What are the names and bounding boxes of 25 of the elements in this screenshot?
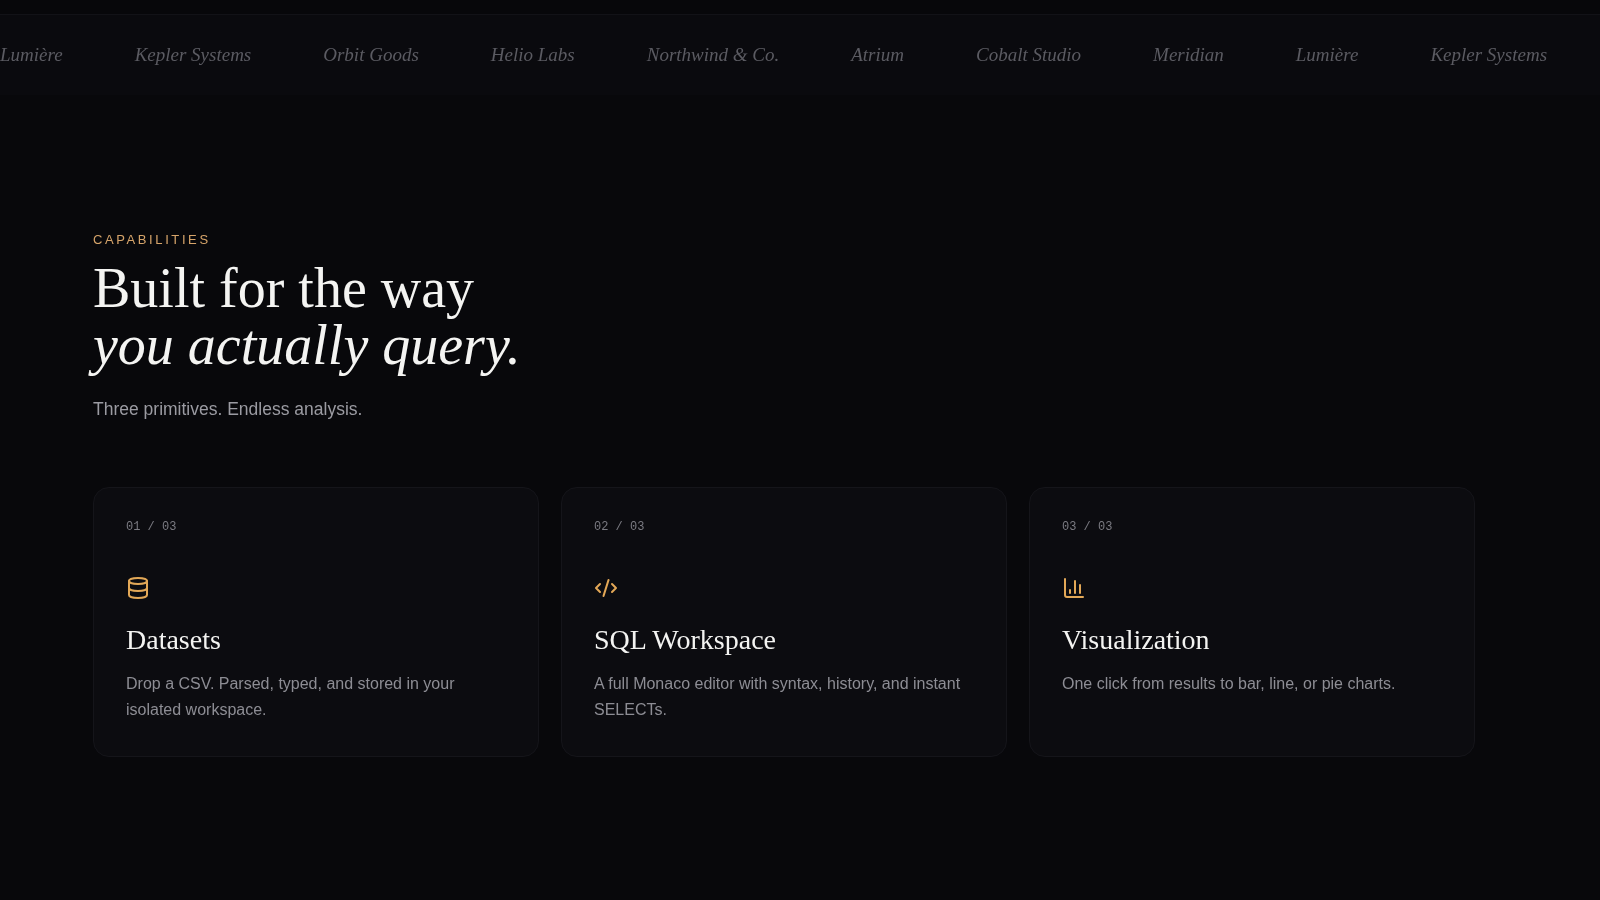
logo-wordmark: Northwind & Co. xyxy=(646,42,780,67)
database-icon xyxy=(126,576,150,600)
bar-chart-icon xyxy=(1062,576,1086,600)
code-icon xyxy=(594,576,618,600)
section-subtitle: Three primitives. Endless analysis. xyxy=(93,398,363,421)
logo-wordmark: Atrium xyxy=(851,42,904,67)
logo-wordmark: Lumière xyxy=(1295,42,1359,67)
card-description: One click from results to bar, line, or pie charts. xyxy=(1062,674,1396,694)
logo-wordmark: Helio Labs xyxy=(490,42,575,67)
logo-wordmark: Cobalt Studio xyxy=(976,42,1082,67)
logo-wordmark: Kepler Systems xyxy=(1430,42,1548,67)
card-description: Drop a CSV. Parsed, typed, and stored in your isolated workspace. xyxy=(126,674,456,720)
card-title: Datasets xyxy=(126,624,221,656)
step-counter: 02 / 03 xyxy=(594,519,645,535)
logo-wordmark: Orbit Goods xyxy=(323,42,419,67)
card-title: SQL Workspace xyxy=(594,624,777,656)
logo-wordmark: Kepler Systems xyxy=(134,42,252,67)
card-description: A full Monaco editor with syntax, history, and instant SELECTs. xyxy=(594,674,962,720)
card-title: Visualization xyxy=(1062,624,1210,656)
step-counter: 01 / 03 xyxy=(126,519,177,535)
step-counter: 03 / 03 xyxy=(1062,519,1113,535)
section-eyebrow: CAPABILITIES xyxy=(93,231,211,249)
logo-wordmark: Lumière xyxy=(0,42,63,67)
section-heading: Built for the way you actually query. xyxy=(85,260,535,382)
logo-wordmark: Meridian xyxy=(1153,42,1224,67)
